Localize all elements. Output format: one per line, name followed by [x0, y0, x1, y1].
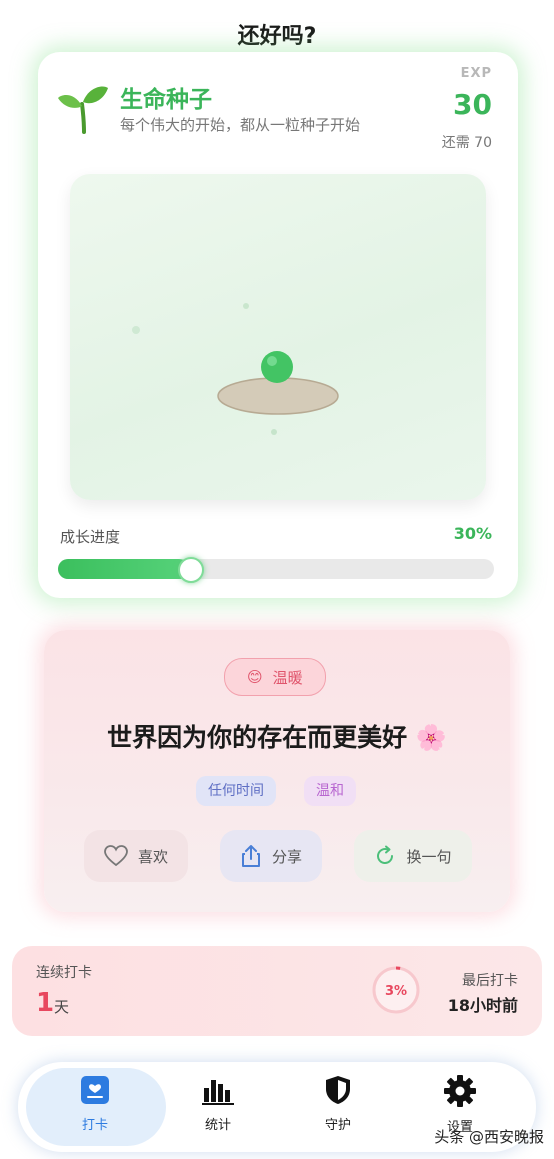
mood-badge: 😊 温暖 — [224, 658, 326, 696]
particle — [271, 429, 277, 435]
seed-garden[interactable] — [70, 174, 486, 500]
gear-icon — [444, 1075, 476, 1107]
watermark-text: 头条 @西安晚报 — [434, 1128, 544, 1146]
nav-label-guard: 守护 — [324, 1118, 351, 1133]
sprout-icon — [58, 86, 108, 134]
streak-panel: 连续打卡 1 天 3% 最后打卡 18小时前 — [12, 946, 542, 1036]
last-checkin-label: 最后打卡 — [462, 973, 518, 989]
exp-label: EXP — [460, 66, 492, 81]
heart-icon — [104, 845, 128, 867]
refresh-icon — [377, 845, 394, 865]
next-quote-button[interactable]: 换一句 — [354, 830, 472, 882]
nav-item-stats[interactable]: 统计 — [178, 1074, 258, 1133]
exp-remaining: 还需 70 — [441, 135, 492, 151]
seed — [261, 351, 293, 383]
growth-label: 成长进度 — [60, 528, 121, 546]
nav-label-stats: 统计 — [204, 1118, 231, 1133]
nav-item-checkin[interactable]: 打卡 — [55, 1074, 135, 1133]
nav-label-checkin: 打卡 — [81, 1118, 108, 1133]
tag-time: 任何时间 — [196, 776, 276, 806]
next-quote-label: 换一句 — [406, 847, 452, 866]
growth-percent: 30% — [453, 524, 492, 543]
growth-progress-fill — [58, 559, 189, 579]
share-icon — [241, 845, 260, 867]
streak-unit: 天 — [54, 998, 70, 1016]
quote-card: 😊 温暖 世界因为你的存在而更美好 🌸 任何时间 温和 喜欢 分享 换一句 — [44, 630, 510, 912]
exp-value: 30 — [453, 88, 492, 121]
seed-subtitle: 每个伟大的开始，都从一粒种子开始 — [120, 116, 361, 134]
streak-count: 1 — [36, 988, 55, 1018]
quote-text: 世界因为你的存在而更美好 🌸 — [107, 723, 447, 752]
particle — [132, 326, 140, 334]
checkin-icon — [81, 1076, 109, 1104]
shield-icon — [326, 1076, 350, 1104]
growth-progress-knob — [178, 557, 204, 583]
mood-label: 温暖 — [272, 668, 303, 687]
like-button[interactable]: 喜欢 — [84, 830, 188, 882]
ring-percent: 3% — [385, 984, 407, 999]
tag-tone: 温和 — [304, 776, 356, 806]
like-label: 喜欢 — [137, 847, 168, 866]
growth-progress-bar — [58, 557, 494, 583]
seed-illustration — [132, 303, 339, 435]
page-title: 还好吗? — [237, 24, 317, 49]
seed-card: 生命种子 每个伟大的开始，都从一粒种子开始 EXP 30 还需 70 成长进度 … — [38, 52, 518, 598]
streak-progress-ring: 3% — [370, 964, 422, 1016]
particle — [243, 303, 249, 309]
share-button[interactable]: 分享 — [220, 830, 322, 882]
soil-patch — [217, 377, 339, 415]
stats-icon — [202, 1080, 234, 1105]
nav-item-guard[interactable]: 守护 — [298, 1074, 378, 1133]
smile-emoji-icon: 😊 — [247, 668, 263, 686]
streak-label: 连续打卡 — [36, 965, 92, 981]
last-checkin-value: 18小时前 — [447, 996, 518, 1015]
share-label: 分享 — [271, 847, 302, 866]
seed-title: 生命种子 — [120, 87, 212, 113]
